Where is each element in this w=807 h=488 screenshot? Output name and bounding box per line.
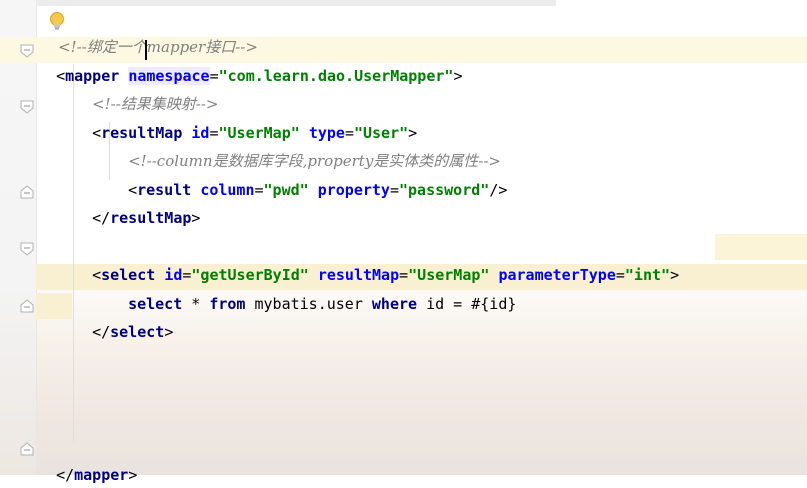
- select-line-highlight: [715, 234, 807, 260]
- fold-close-icon[interactable]: [20, 299, 34, 313]
- namespace-value: "com.learn.dao.UserMapper": [218, 67, 454, 85]
- sql-condition: id = #{id}: [417, 295, 517, 313]
- lightbulb-icon[interactable]: [48, 11, 66, 31]
- result-property-value: "password": [399, 181, 490, 199]
- previous-line-fragment: [36, 0, 556, 6]
- fold-close-icon[interactable]: [20, 185, 34, 199]
- fold-open-icon[interactable]: [20, 242, 34, 256]
- result-property-attr: property: [317, 181, 390, 199]
- fold-open-icon[interactable]: [20, 100, 34, 114]
- result-column-value: "pwd": [263, 181, 309, 199]
- code-line-comment-column[interactable]: <!--column是数据库字段,property是实体类的属性-->: [110, 122, 501, 170]
- select-parametertype-value: "int": [624, 266, 671, 284]
- resultmap-close-tag: resultMap: [110, 209, 192, 227]
- sql-table: mybatis.user: [245, 295, 372, 313]
- sql-from-keyword: from: [209, 295, 246, 313]
- code-line-sql[interactable]: select * from mybatis.user where id = #{…: [110, 265, 516, 313]
- result-column-attr: column: [200, 181, 255, 199]
- mapper-close-tag: mapper: [74, 466, 129, 484]
- fold-open-icon[interactable]: [20, 44, 34, 58]
- sql-star: *: [182, 295, 210, 313]
- select-close-highlight: [36, 293, 72, 319]
- fold-close-icon[interactable]: [20, 442, 34, 456]
- code-line-mapper-close[interactable]: </mapper>: [38, 436, 137, 484]
- sql-where-keyword: where: [371, 295, 418, 313]
- text-caret: [145, 40, 147, 60]
- code-line-resultmap-open[interactable]: <resultMap id="UserMap" type="User">: [74, 94, 417, 142]
- select-close-tag: select: [110, 323, 165, 341]
- code-line-select-close[interactable]: </select>: [74, 293, 173, 341]
- code-line-result[interactable]: <result column="pwd" property="password"…: [110, 151, 507, 199]
- code-line-comment-bind[interactable]: <!--绑定一个mapper接口-->: [40, 8, 258, 56]
- code-line-resultmap-close[interactable]: </resultMap>: [74, 179, 200, 227]
- code-line-comment-result[interactable]: <!--结果集映射-->: [74, 65, 218, 113]
- editor-gutter: [0, 0, 37, 475]
- code-line-select-open[interactable]: <select id="getUserById" resultMap="User…: [74, 236, 679, 284]
- code-line-mapper-open[interactable]: <mapper namespace="com.learn.dao.UserMap…: [38, 37, 462, 85]
